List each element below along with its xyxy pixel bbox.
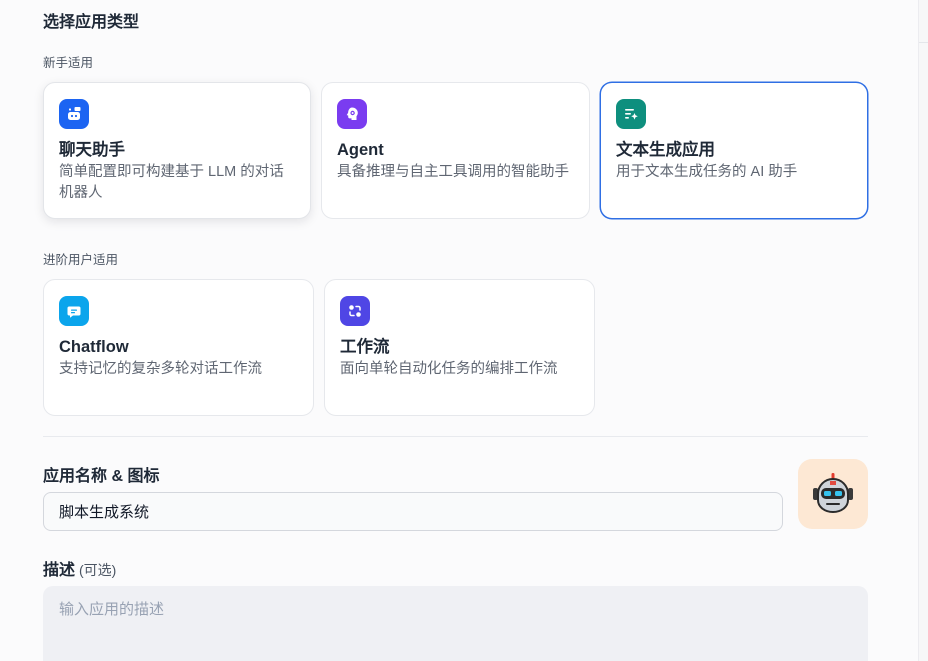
workflow-icon (340, 296, 370, 326)
app-name-input[interactable] (43, 492, 783, 531)
group-label-advanced: 进阶用户适用 (43, 253, 119, 267)
app-type-card-workflow[interactable]: 工作流 面向单轮自动化任务的编排工作流 (324, 279, 595, 416)
card-description: 支持记忆的复杂多轮对话工作流 (59, 361, 262, 377)
section-divider (43, 436, 868, 437)
card-description: 具备推理与自主工具调用的智能助手 (337, 164, 569, 180)
app-type-card-chatflow[interactable]: Chatflow 支持记忆的复杂多轮对话工作流 (43, 279, 314, 416)
rail-notch (919, 42, 928, 43)
group-label-beginner: 新手适用 (43, 56, 94, 70)
card-description: 面向单轮自动化任务的编排工作流 (340, 361, 558, 377)
description-label-text: 描述 (43, 562, 76, 579)
robot-avatar-icon (813, 473, 853, 514)
app-type-card-agent[interactable]: Agent 具备推理与自主工具调用的智能助手 (321, 82, 590, 219)
chatflow-icon (59, 296, 89, 326)
app-type-card-text-generator[interactable]: 文本生成应用 用于文本生成任务的 AI 助手 (600, 82, 868, 219)
card-title: Agent (337, 141, 384, 159)
card-title: Chatflow (59, 338, 129, 356)
card-title: 聊天助手 (59, 141, 125, 159)
description-textarea[interactable] (43, 586, 868, 661)
optional-hint: (可选) (79, 562, 117, 578)
chat-bot-icon (59, 99, 89, 129)
section-title: 选择应用类型 (43, 14, 140, 31)
app-icon-picker[interactable] (798, 459, 868, 529)
description-label: 描述 (可选) (43, 556, 116, 580)
card-description: 简单配置即可构建基于 LLM 的对话机器人 (59, 164, 284, 201)
card-description: 用于文本生成任务的 AI 助手 (616, 164, 798, 180)
agent-brain-icon (337, 99, 367, 129)
app-type-card-chat-assistant[interactable]: 聊天助手 简单配置即可构建基于 LLM 的对话机器人 (43, 82, 311, 219)
right-scroll-rail (918, 0, 928, 661)
card-title: 工作流 (340, 338, 390, 356)
text-generator-icon (616, 99, 646, 129)
app-name-label: 应用名称 & 图标 (43, 468, 160, 485)
card-title: 文本生成应用 (616, 141, 715, 159)
